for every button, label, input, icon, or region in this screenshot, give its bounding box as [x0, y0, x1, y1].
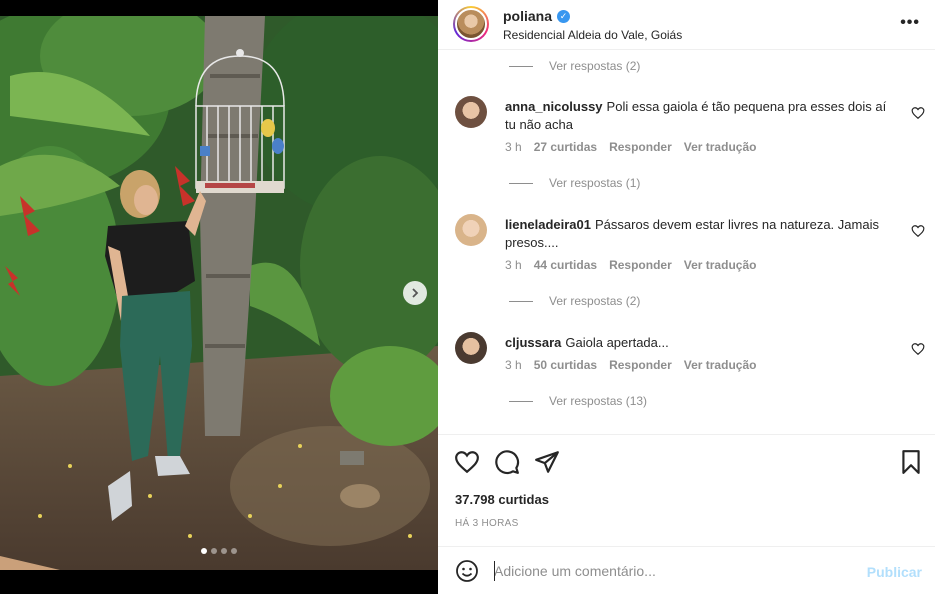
- comment-meta: 3 h 27 curtidas Responder Ver tradução: [505, 140, 756, 154]
- commenter-avatar[interactable]: [455, 214, 487, 246]
- comment-translate-button[interactable]: Ver tradução: [684, 258, 757, 272]
- view-replies-label: Ver respostas (2): [549, 59, 641, 73]
- publish-button[interactable]: Publicar: [867, 564, 922, 580]
- view-replies-button[interactable]: Ver respostas (2): [509, 294, 640, 308]
- comment-reply-button[interactable]: Responder: [609, 140, 672, 154]
- comments-list[interactable]: Ver respostas (2) anna_nicolussy Poli ess…: [438, 51, 935, 434]
- commenter-avatar[interactable]: [455, 96, 487, 128]
- comment-text: anna_nicolussy Poli essa gaiola é tão peq…: [505, 98, 895, 134]
- carousel-dot: [221, 548, 227, 554]
- comment-meta: 3 h 44 curtidas Responder Ver tradução: [505, 258, 756, 272]
- comment-time: 3 h: [505, 358, 522, 372]
- comment-translate-button[interactable]: Ver tradução: [684, 358, 757, 372]
- heart-icon[interactable]: [454, 449, 480, 475]
- post-media: [0, 0, 438, 594]
- comment-translate-button[interactable]: Ver tradução: [684, 140, 757, 154]
- post-header: poliana ✓ Residencial Aldeia do Vale, Go…: [438, 0, 935, 50]
- comment-text: cljussara Gaiola apertada...: [505, 334, 895, 352]
- comment-reply-button[interactable]: Responder: [609, 358, 672, 372]
- add-comment-bar: Publicar: [438, 546, 935, 594]
- carousel-dot: [231, 548, 237, 554]
- bookmark-icon[interactable]: [898, 449, 924, 475]
- post-actions: 37.798 curtidas HÁ 3 HORAS: [438, 434, 935, 546]
- verified-badge-icon: ✓: [557, 9, 571, 23]
- comment-likes[interactable]: 27 curtidas: [534, 140, 597, 154]
- comment-username[interactable]: cljussara: [505, 335, 561, 350]
- carousel-dot: [211, 548, 217, 554]
- post-photo: [0, 16, 438, 570]
- view-replies-label: Ver respostas (2): [549, 294, 641, 308]
- commenter-avatar[interactable]: [455, 332, 487, 364]
- comment-username[interactable]: anna_nicolussy: [505, 99, 603, 114]
- likes-count[interactable]: 37.798 curtidas: [455, 492, 549, 507]
- author-username-text[interactable]: poliana: [503, 8, 552, 24]
- view-replies-button[interactable]: Ver respostas (13): [509, 394, 647, 408]
- view-replies-button[interactable]: Ver respostas (1): [509, 176, 640, 190]
- comment-likes[interactable]: 44 curtidas: [534, 258, 597, 272]
- post-timestamp: HÁ 3 HORAS: [455, 518, 519, 529]
- post-location[interactable]: Residencial Aldeia do Vale, Goiás: [503, 28, 682, 42]
- more-options-icon[interactable]: •••: [900, 14, 920, 32]
- view-replies-button[interactable]: Ver respostas (2): [509, 59, 640, 73]
- chevron-right-icon: [412, 288, 419, 298]
- comment-meta: 3 h 50 curtidas Responder Ver tradução: [505, 358, 756, 372]
- share-icon[interactable]: [534, 449, 560, 475]
- comment-like-heart-icon[interactable]: [911, 224, 925, 238]
- comment-icon[interactable]: [494, 449, 520, 475]
- comment-reply-button[interactable]: Responder: [609, 258, 672, 272]
- comment-like-heart-icon[interactable]: [911, 106, 925, 120]
- text-caret: [494, 561, 495, 581]
- carousel-dot: [201, 548, 207, 554]
- comment-input[interactable]: [494, 559, 854, 583]
- view-replies-label: Ver respostas (1): [549, 176, 641, 190]
- comment-text: lieneladeira01 Pássaros devem estar livre…: [505, 216, 895, 252]
- post-panel: poliana ✓ Residencial Aldeia do Vale, Go…: [438, 0, 935, 594]
- carousel-next-button[interactable]: [403, 281, 427, 305]
- comment-body: Gaiola apertada...: [565, 335, 669, 350]
- comment-like-heart-icon[interactable]: [911, 342, 925, 356]
- author-username[interactable]: poliana ✓: [503, 8, 571, 24]
- comment-username[interactable]: lieneladeira01: [505, 217, 591, 232]
- author-avatar[interactable]: [453, 6, 489, 42]
- emoji-icon[interactable]: [455, 559, 479, 583]
- comment-time: 3 h: [505, 258, 522, 272]
- carousel-indicator: [0, 548, 438, 554]
- comment-time: 3 h: [505, 140, 522, 154]
- comment-likes[interactable]: 50 curtidas: [534, 358, 597, 372]
- view-replies-label: Ver respostas (13): [549, 394, 648, 408]
